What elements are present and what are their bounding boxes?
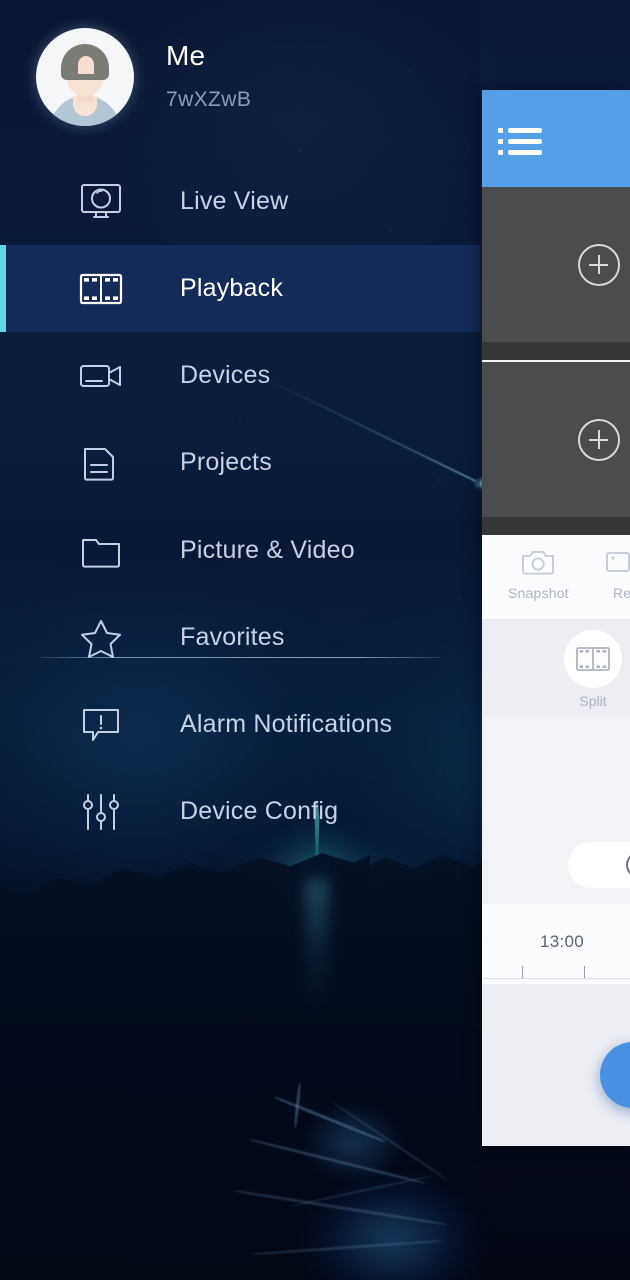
sidebar-item-label: Playback	[180, 274, 284, 302]
active-accent-bar	[0, 245, 6, 332]
sidebar-item-label: Picture & Video	[180, 536, 355, 564]
playback-toolbar-primary: Snapshot Re	[482, 535, 630, 620]
sidebar-item-alarm-notifications[interactable]: Alarm Notifications	[0, 681, 480, 768]
app-screen: Me 7wXZwB Live View Playback Devices Pro…	[0, 0, 630, 1280]
split-screen-icon	[564, 630, 622, 688]
sidebar-item-label: Device Config	[180, 797, 339, 825]
playback-panel[interactable]: Snapshot Re Split 13:00	[482, 90, 630, 1146]
profile-header[interactable]: Me 7wXZwB	[0, 0, 480, 160]
playback-toolbar-secondary: Split	[482, 620, 630, 715]
sidebar-item-label: Favorites	[180, 623, 285, 651]
sidebar-item-label: Live View	[180, 187, 289, 215]
list-menu-icon[interactable]	[498, 128, 542, 156]
sidebar-item-projects[interactable]: Projects	[0, 419, 480, 506]
profile-account-id: 7wXZwB	[166, 88, 252, 111]
sidebar-item-live-view[interactable]: Live View	[0, 158, 480, 245]
record-button[interactable]: Re	[600, 545, 630, 601]
timeline-time-label: 13:00	[540, 932, 585, 951]
video-cell[interactable]	[482, 187, 630, 342]
plus-circle-icon[interactable]	[578, 243, 620, 286]
timeline-baseline	[482, 978, 630, 979]
sidebar-item-label: Projects	[180, 448, 272, 476]
video-cell-gap	[482, 342, 630, 360]
sidebar-item-picture-video[interactable]: Picture & Video	[0, 507, 480, 594]
record-icon	[600, 545, 630, 579]
playback-panel-header	[482, 90, 630, 187]
user-avatar-icon[interactable]	[36, 28, 134, 126]
record-label: Re	[612, 585, 630, 601]
sidebar-item-favorites[interactable]: Favorites	[0, 594, 480, 681]
alert-bubble-icon	[78, 702, 124, 748]
sidebar-item-device-config[interactable]: Device Config	[0, 768, 480, 855]
navigation-drawer: Me 7wXZwB Live View Playback Devices Pro…	[0, 0, 480, 1280]
video-cell-gap	[482, 517, 630, 535]
split-button[interactable]: Split	[564, 630, 622, 709]
playback-timeline-header[interactable]: 13:00	[482, 904, 630, 984]
refresh-circle-icon	[626, 852, 630, 878]
sidebar-item-label: Alarm Notifications	[180, 710, 393, 738]
sidebar-item-label: Devices	[180, 361, 271, 389]
snapshot-button[interactable]: Snapshot	[508, 545, 569, 601]
video-cell[interactable]	[482, 362, 630, 517]
sidebar-item-playback[interactable]: Playback	[0, 245, 480, 332]
folder-icon	[78, 528, 124, 574]
star-icon	[78, 615, 124, 661]
plus-circle-icon[interactable]	[578, 418, 620, 461]
refresh-pill-button[interactable]	[568, 842, 630, 888]
snapshot-label: Snapshot	[508, 585, 569, 601]
sliders-icon	[78, 789, 124, 835]
film-strip-icon	[78, 266, 124, 312]
drawer-menu: Live View Playback Devices Projects Pict…	[0, 158, 480, 855]
split-label: Split	[579, 693, 607, 709]
camera-icon	[516, 545, 560, 579]
sidebar-item-devices[interactable]: Devices	[0, 332, 480, 419]
video-camera-icon	[78, 353, 124, 399]
folder-document-icon	[78, 440, 124, 486]
monitor-camera-icon	[78, 179, 124, 225]
profile-name: Me	[166, 40, 206, 71]
